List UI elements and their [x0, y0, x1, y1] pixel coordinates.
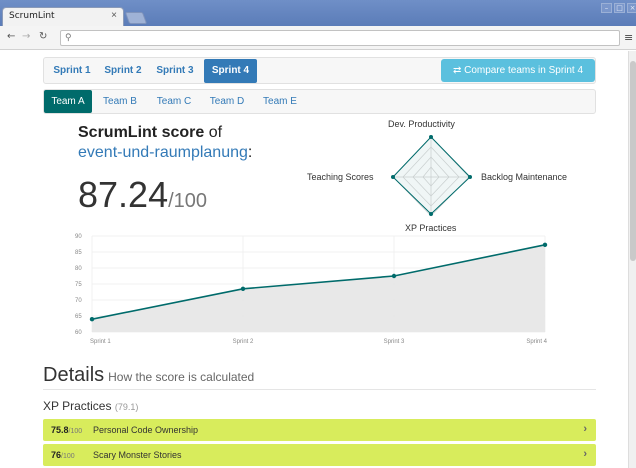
- tab-team-a[interactable]: Team A: [44, 90, 92, 113]
- forward-icon[interactable]: →: [22, 31, 30, 42]
- chart-area: [92, 244, 545, 332]
- compare-label: Compare teams in Sprint 4: [464, 65, 584, 76]
- project-name: event-und-raumplanung:: [78, 144, 252, 162]
- score-value: 87.24/100: [78, 174, 207, 216]
- radar-point: [429, 212, 433, 216]
- metric-score-max: /100: [68, 428, 83, 435]
- score-title-rest: of: [204, 124, 223, 141]
- app-root: ScrumLint × – □ × ← → ↻ ⚲ ≡ Sprint 1 Spr…: [0, 0, 636, 468]
- metric-row[interactable]: 75.8/100 Personal Code Ownership ›: [43, 419, 596, 441]
- metric-label: Scary Monster Stories: [93, 450, 182, 460]
- y-tick-label: 75: [75, 282, 82, 288]
- category-name: XP Practices: [43, 399, 112, 413]
- radar-point: [468, 175, 472, 179]
- metric-score-max: /100: [61, 453, 75, 460]
- y-tick-label: 90: [75, 234, 82, 240]
- radar-label-dev-productivity: Dev. Productivity: [388, 119, 455, 129]
- details-heading: Details How the score is calculated: [43, 364, 254, 387]
- data-point: [89, 317, 95, 322]
- chevron-right-icon[interactable]: ›: [583, 448, 587, 460]
- minimize-icon[interactable]: –: [601, 3, 612, 13]
- chevron-right-icon[interactable]: ›: [583, 423, 587, 435]
- x-tick-label: Sprint 2: [233, 339, 254, 345]
- y-tick-label: 70: [75, 298, 82, 304]
- y-tick-label: 60: [75, 330, 82, 336]
- tab-team-c[interactable]: Team C: [154, 90, 194, 113]
- details-title: Details: [43, 364, 105, 386]
- metric-label: Personal Code Ownership: [93, 425, 199, 435]
- details-divider: [43, 389, 596, 390]
- browser-toolbar: ← → ↻ ⚲ ≡: [0, 26, 636, 50]
- compare-teams-button[interactable]: ⇄ Compare teams in Sprint 4: [441, 59, 595, 82]
- radar-label-teaching-scores: Teaching Scores: [307, 172, 374, 182]
- y-tick-label: 85: [75, 250, 82, 256]
- radar-point: [429, 135, 433, 139]
- score-max: /100: [168, 190, 208, 212]
- scrollbar-thumb[interactable]: [630, 61, 636, 261]
- team-nav: Team A Team B Team C Team D Team E: [43, 89, 596, 114]
- score-title-bold: ScrumLint score: [78, 124, 205, 141]
- y-tick-label: 80: [75, 266, 82, 272]
- window-close-icon[interactable]: ×: [627, 3, 636, 13]
- project-colon: :: [247, 144, 253, 161]
- series-area: [92, 244, 545, 332]
- tab-team-d[interactable]: Team D: [207, 90, 247, 113]
- tab-team-b[interactable]: Team B: [100, 90, 140, 113]
- data-point: [240, 286, 246, 291]
- tab-sprint-1[interactable]: Sprint 1: [48, 59, 96, 83]
- back-icon[interactable]: ←: [7, 31, 15, 42]
- metric-score: 76/100: [51, 450, 75, 460]
- radar-point: [391, 175, 395, 179]
- browser-tab[interactable]: ScrumLint ×: [2, 7, 124, 27]
- browser-tab-title: ScrumLint: [9, 11, 55, 21]
- reload-icon[interactable]: ↻: [39, 31, 47, 42]
- browser-tab-bar: ScrumLint × – □ ×: [0, 0, 636, 27]
- tab-sprint-3[interactable]: Sprint 3: [151, 59, 199, 83]
- x-tick-label: Sprint 4: [526, 339, 547, 345]
- search-icon: ⚲: [65, 32, 72, 42]
- data-point: [542, 242, 548, 248]
- tab-sprint-4[interactable]: Sprint 4: [204, 59, 257, 83]
- details-subtitle: How the score is calculated: [108, 370, 255, 384]
- new-tab-button[interactable]: [124, 12, 148, 24]
- category-heading: XP Practices (79.1): [43, 399, 138, 413]
- maximize-icon[interactable]: □: [614, 3, 625, 13]
- project-link[interactable]: event-und-raumplanung: [78, 144, 248, 161]
- score-title: ScrumLint score of: [78, 124, 222, 142]
- score-line-chart: 90 85 80 75 70 65 60 Sprint 1 Sprint 2 Sprint 3 Sp…: [75, 234, 548, 345]
- tab-team-e[interactable]: Team E: [260, 90, 300, 113]
- score-number: 87.24: [78, 174, 169, 215]
- compare-icon: ⇄: [452, 65, 462, 76]
- page-scrollbar[interactable]: [628, 51, 636, 468]
- metric-score: 75.8/100: [51, 425, 82, 435]
- category-score: (79.1): [114, 402, 139, 412]
- address-bar[interactable]: ⚲: [60, 30, 620, 46]
- tab-sprint-2[interactable]: Sprint 2: [99, 59, 147, 83]
- y-tick-label: 65: [75, 314, 82, 320]
- radar-shape: [392, 136, 471, 215]
- radar-chart: [391, 135, 472, 217]
- metric-score-value: 75.8: [51, 425, 69, 435]
- x-tick-label: Sprint 1: [90, 339, 111, 345]
- radar-label-backlog-maintenance: Backlog Maintenance: [481, 172, 568, 182]
- metric-row[interactable]: 76/100 Scary Monster Stories ›: [43, 444, 596, 466]
- browser-menu-icon[interactable]: ≡: [624, 31, 633, 44]
- metric-score-value: 76: [51, 450, 62, 460]
- x-tick-label: Sprint 3: [384, 339, 405, 345]
- close-tab-icon[interactable]: ×: [111, 10, 117, 21]
- data-point: [391, 273, 397, 279]
